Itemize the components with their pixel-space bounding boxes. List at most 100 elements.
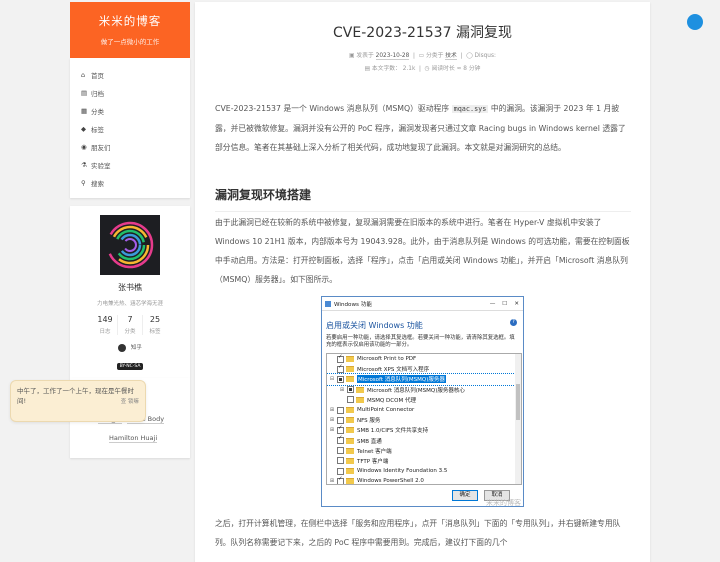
menu-item-label: 首页 (91, 72, 104, 80)
feature-item: Microsoft XPS 文档写入程序 (327, 364, 521, 374)
menu-item[interactable]: ▤ 归档 (70, 84, 190, 102)
feature-label: Windows PowerShell 2.0 (357, 478, 424, 485)
stat-count: 149 (97, 315, 113, 324)
archive-icon: ▤ (81, 89, 88, 97)
feature-item: ⊞ MultiPoint Connector (327, 405, 521, 415)
feature-label: NFS 服务 (357, 418, 381, 425)
watermark: 米米的博客 (486, 499, 521, 507)
license-badge[interactable]: BY-NC-SA (116, 362, 144, 370)
stat-label: 分类 (124, 329, 136, 335)
management-paragraph: 之后，打开计算机管理，在侧栏中选择「服务和应用程序」，点开「消息队列」下面的「专… (215, 519, 621, 547)
close-icon: ✕ (514, 300, 519, 307)
github-icon[interactable] (118, 343, 127, 352)
feature-item: MSMQ DCOM 代理 (327, 395, 521, 405)
folder-icon (356, 396, 364, 403)
feature-label: TFTP 客户端 (357, 458, 389, 465)
comment-icon: ◯ (466, 53, 473, 59)
stat-count: 25 (149, 315, 161, 324)
friend-link[interactable]: Hamilton Huaji (109, 434, 158, 443)
search-icon: ⚲ (81, 179, 86, 187)
features-tree: Microsoft Print to PDF Microsoft XPS 文档写入… (326, 353, 522, 485)
checkbox (347, 386, 354, 394)
words-label: 本文字数： (371, 65, 401, 72)
checkbox (337, 416, 344, 424)
site-brand[interactable]: 米米的博客 做了一点微小的工作 (70, 2, 190, 58)
feature-label: Microsoft Print to PDF (357, 356, 417, 363)
windows-icon (325, 300, 331, 307)
menu-item-label: 朋友们 (91, 144, 111, 152)
stat-item[interactable]: 149 日志 (93, 315, 117, 335)
feature-item: ⊞ Microsoft 消息队列(MSMQ)服务器核心 (327, 385, 521, 395)
zhihu-link[interactable]: 知乎 (131, 345, 142, 351)
dialog-description: 若要启用一种功能，请选择其复选框。若要关闭一种功能，请清除其复选框。填充的框表示… (326, 335, 515, 349)
menu-item[interactable]: ⌂ 首页 (70, 66, 190, 84)
site-title[interactable]: 米米的博客 (70, 13, 190, 29)
menu-item-label: 标签 (91, 126, 104, 134)
author-profile: 张书樵 力电兼光热、涵芯学海无涯 149 日志 7 分类 25 标签 知乎 BY-NC-S… (70, 206, 190, 378)
feature-item: ⊟ Microsoft 消息队列(MSMQ)服务器 (327, 373, 521, 386)
menu-item[interactable]: ⚲ 搜索 (70, 174, 190, 192)
feature-item: Microsoft Print to PDF (327, 354, 521, 364)
expand-icon: ⊞ (329, 427, 335, 434)
category-label: 分类于 (425, 53, 444, 59)
checkbox (337, 364, 344, 373)
menu-item[interactable]: ⚗ 实验室 (70, 156, 190, 174)
feature-label: Windows Identity Foundation 3.5 (357, 468, 448, 475)
folder-icon (346, 376, 354, 383)
heading-divider (215, 211, 631, 212)
stat-label: 标签 (149, 329, 161, 335)
feature-item: TFTP 客户端 (327, 456, 521, 466)
feature-item: Telnet 客户端 (327, 446, 521, 456)
stat-item[interactable]: 7 分类 (117, 315, 142, 335)
back-to-top-button[interactable] (687, 14, 703, 30)
home-icon: ⌂ (81, 71, 86, 79)
dialog-titlebar: Windows 功能 — ☐ ✕ (322, 297, 523, 311)
checkbox (347, 396, 354, 404)
feature-label: Telnet 客户端 (357, 448, 392, 455)
feature-label: SMB 直通 (357, 438, 382, 445)
feature-label: MultiPoint Connector (357, 407, 415, 414)
folder-icon (346, 427, 354, 434)
main-menu: ⌂ 首页 ▤ 归档 ▦ 分类 ◆ 标签 ◉ 朋友们 ⚗ 实验室 ⚲ 搜索 (70, 58, 190, 198)
folder-icon (346, 468, 354, 475)
feature-item: Windows Identity Foundation 3.5 (327, 466, 521, 476)
tooltip-signature: 查 锁嘛 (120, 399, 139, 406)
posted-label: 发表于 (356, 53, 374, 59)
tree-scrollbar (515, 354, 521, 484)
reading-time: 8 分钟 (463, 65, 481, 72)
expand-icon: ⊞ (329, 478, 335, 485)
expand-icon: ⊞ (339, 386, 345, 393)
social-zhihu[interactable]: 知乎 (70, 343, 190, 352)
folder-icon (346, 366, 354, 373)
menu-item[interactable]: ▦ 分类 (70, 102, 190, 120)
intro-paragraph: CVE-2023-21537 是一个 Windows 消息队列（MSMQ）驱动程… (215, 99, 631, 157)
menu-item[interactable]: ◆ 标签 (70, 120, 190, 138)
avatar (100, 215, 160, 275)
setup-paragraph: 由于此漏洞已经在较新的系统中被修复，复现漏洞需要在旧版本的系统中进行。笔者在 H… (215, 218, 630, 284)
menu-item[interactable]: ◉ 朋友们 (70, 138, 190, 156)
disqus-count[interactable]: Disqus: (475, 53, 496, 59)
post-date[interactable]: 2023-10-28 (375, 53, 410, 60)
maximize-icon: ☐ (502, 300, 508, 307)
folder-icon (346, 356, 354, 363)
mascot-tooltip: 中午了，工作了一个上午，现在是午餐时间! 查 锁嘛 (10, 380, 146, 422)
tag-icon: ◆ (81, 125, 86, 133)
checkbox (337, 406, 344, 414)
expand-icon: ⊟ (329, 376, 335, 383)
minimize-icon: — (489, 300, 496, 307)
category-icon: ▦ (81, 107, 88, 115)
checkbox (337, 375, 344, 383)
inline-code: mqac.sys (451, 105, 489, 113)
section-heading: 漏洞复现环境搭建 (215, 188, 312, 202)
reading-time-label: 阅读时长 ≈ (431, 65, 462, 72)
post-category[interactable]: 技术 (445, 53, 457, 60)
menu-item-label: 搜索 (91, 180, 104, 188)
word-count: 2.1k (402, 65, 416, 72)
expand-icon: ⊞ (329, 417, 335, 424)
expand-icon: ⊞ (329, 407, 335, 414)
site-subtitle: 做了一点微小的工作 (100, 38, 160, 46)
calendar-icon: ▣ (349, 53, 355, 59)
intro-text: CVE-2023-21537 是一个 Windows 消息队列（MSMQ）驱动程… (215, 104, 450, 113)
stat-item[interactable]: 25 标签 (142, 315, 167, 335)
windows-features-screenshot: Windows 功能 — ☐ ✕ 启用或关闭 Windows 功能 ? 若要启用一种… (321, 296, 524, 507)
